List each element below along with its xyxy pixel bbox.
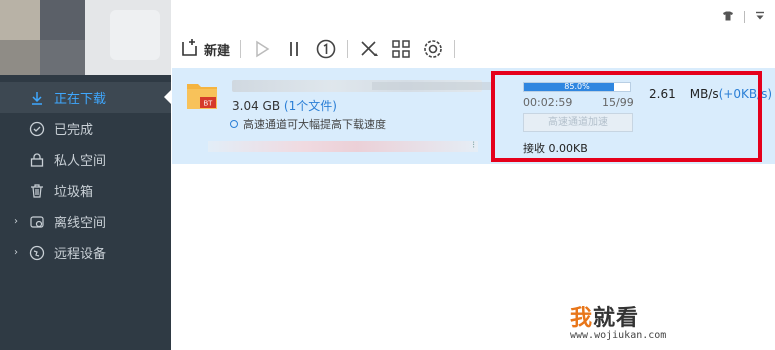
divider [347, 40, 349, 58]
watermark-url: www.wojiukan.com [570, 330, 667, 341]
sidebar-item-private[interactable]: 私人空间 [0, 144, 171, 175]
bt-badge: BT [204, 101, 214, 108]
watermark: 我就看 www.wojiukan.com [570, 300, 666, 341]
globe-icon [28, 244, 46, 262]
sidebar: 正在下载 已完成 私人空间 垃圾箱 › 离线空间 › 远程设备 [0, 0, 171, 350]
pause-icon[interactable] [283, 38, 305, 60]
watermark-char: 我 [570, 306, 594, 331]
bt-folder-icon: BT [186, 80, 218, 110]
delete-icon[interactable] [358, 38, 380, 60]
speed-hint-text: 高速通道可大幅提高下载速度 [243, 118, 386, 131]
divider [240, 40, 242, 58]
menu-icon[interactable] [755, 10, 765, 24]
new-task-button[interactable]: 新建 [180, 37, 230, 61]
file-count-link[interactable]: (1个文件) [284, 99, 337, 113]
sidebar-item-trash[interactable]: 垃圾箱 [0, 175, 171, 206]
file-size: 3.04 GB (1个文件) [232, 97, 337, 114]
sidebar-item-label: 已完成 [54, 123, 94, 138]
sidebar-item-offline[interactable]: › 离线空间 [0, 206, 171, 237]
sidebar-item-remote[interactable]: › 远程设备 [0, 237, 171, 268]
more-icon[interactable]: ⁝ [472, 140, 475, 151]
chevron-right-icon[interactable]: › [14, 247, 24, 258]
sidebar-item-label: 垃圾箱 [54, 185, 94, 200]
blurred-info [208, 141, 478, 152]
avatar[interactable] [0, 0, 171, 75]
check-circle-icon [28, 120, 46, 138]
sidebar-item-label: 正在下载 [54, 92, 107, 107]
limit-speed-icon[interactable] [315, 38, 337, 60]
info-dot-icon [230, 120, 238, 128]
sidebar-item-downloading[interactable]: 正在下载 [0, 82, 171, 113]
new-file-icon [180, 37, 200, 61]
active-indicator [164, 90, 171, 104]
size-value: 3.04 GB [232, 99, 281, 113]
shirt-icon[interactable] [722, 10, 734, 24]
window-controls [722, 10, 765, 24]
download-icon [28, 89, 46, 107]
settings-icon[interactable] [422, 38, 444, 60]
toolbar: 新建 [180, 36, 456, 62]
new-task-label: 新建 [204, 43, 231, 59]
sidebar-item-label: 私人空间 [54, 154, 107, 169]
lock-icon [28, 151, 46, 169]
sidebar-item-completed[interactable]: 已完成 [0, 113, 171, 144]
chevron-right-icon[interactable]: › [14, 216, 24, 227]
divider [744, 11, 745, 23]
sidebar-item-label: 离线空间 [54, 216, 107, 231]
file-name-blur [372, 82, 492, 90]
grid-icon[interactable] [390, 38, 412, 60]
divider [454, 40, 456, 58]
sidebar-nav: 正在下载 已完成 私人空间 垃圾箱 › 离线空间 › 远程设备 [0, 82, 171, 268]
highlight-box [491, 71, 762, 162]
cloud-icon [28, 213, 46, 231]
trash-icon [28, 182, 46, 200]
watermark-text: 就看 [593, 306, 640, 331]
start-icon[interactable] [251, 38, 273, 60]
sidebar-item-label: 远程设备 [54, 247, 107, 262]
app-window: 正在下载 已完成 私人空间 垃圾箱 › 离线空间 › 远程设备 新建 BT 3.… [0, 0, 775, 350]
speed-hint: 高速通道可大幅提高下载速度 [230, 116, 386, 132]
